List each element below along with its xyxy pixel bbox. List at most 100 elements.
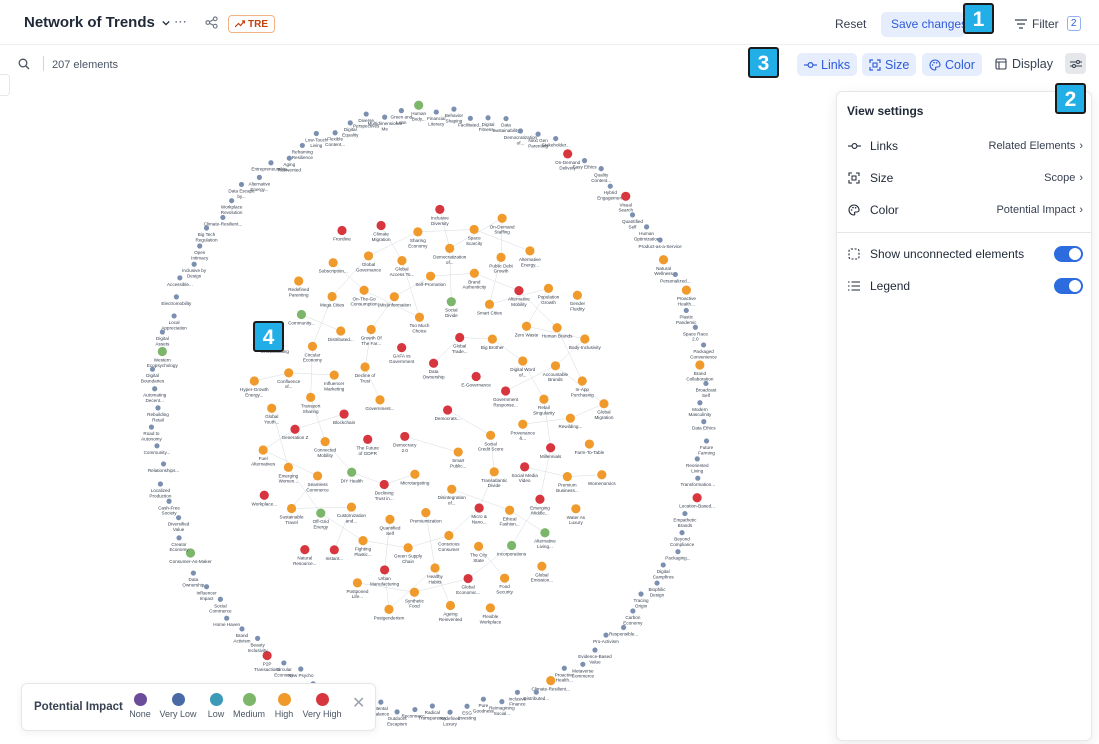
graph-node[interactable]: Mega Cities <box>320 291 345 308</box>
graph-node-dot[interactable] <box>157 481 164 487</box>
graph-node[interactable]: BehaviorShaping <box>445 106 464 124</box>
graph-node[interactable]: NaturalResource... <box>293 545 317 566</box>
graph-node-dot[interactable] <box>283 462 293 472</box>
graph-node-dot[interactable] <box>485 115 491 121</box>
graph-node-dot[interactable] <box>597 470 607 480</box>
graph-node-dot[interactable] <box>220 214 226 221</box>
graph-node-dot[interactable] <box>385 514 395 525</box>
graph-node[interactable]: Incorporations <box>497 540 527 557</box>
graph-node-dot[interactable] <box>400 431 410 442</box>
graph-node-dot[interactable] <box>414 312 425 322</box>
graph-node[interactable]: AutomatingDecent... <box>143 386 167 403</box>
graph-node[interactable]: LocalAppreciation <box>161 313 187 330</box>
graph-node-dot[interactable] <box>507 540 517 551</box>
graph-node-dot[interactable] <box>352 578 363 588</box>
graph-node-dot[interactable] <box>474 503 484 513</box>
network-graph[interactable]: Facilitated...DigitalFitness...DataSusta… <box>0 80 835 744</box>
graph-node-dot[interactable] <box>469 224 479 235</box>
graph-node[interactable]: Rewilding... <box>559 413 583 430</box>
graph-node-dot[interactable] <box>363 251 374 261</box>
graph-node-dot[interactable] <box>238 181 245 188</box>
graph-node[interactable]: AlternativeEnergy... <box>519 246 541 267</box>
graph-node-dot[interactable] <box>191 261 197 267</box>
graph-node[interactable]: HumanBody... <box>411 100 427 122</box>
graph-node[interactable]: PremiumBusiness... <box>556 472 579 493</box>
graph-node[interactable]: GlobalGovernance <box>356 251 381 272</box>
graph-node-dot[interactable] <box>433 109 439 115</box>
graph-node-dot[interactable] <box>546 443 556 453</box>
graph-node[interactable]: Self-Promotion <box>415 271 446 288</box>
graph-node-dot[interactable] <box>484 299 495 309</box>
graph-node[interactable]: Disintegrationof... <box>438 484 467 506</box>
graph-node[interactable]: BrandAuthenticity <box>462 268 487 290</box>
graph-node[interactable]: AlternativeMobility <box>508 286 530 307</box>
graph-node[interactable]: Zero Waste <box>515 321 539 338</box>
graph-node[interactable]: Too MuchChoice <box>410 312 430 334</box>
graph-node[interactable]: Farm-To-Table <box>575 439 605 455</box>
graph-node[interactable]: LocalizedProduction <box>149 481 172 498</box>
graph-node-dot[interactable] <box>380 565 390 575</box>
graph-node[interactable]: The Futureof GDPR <box>356 434 379 456</box>
graph-node-dot[interactable] <box>580 661 586 667</box>
graph-node[interactable]: BeyondCompliance <box>670 530 695 547</box>
graph-node-dot[interactable] <box>539 394 549 404</box>
graph-node[interactable]: TransportSharing <box>301 392 321 414</box>
graph-node[interactable]: On-DemandStaffing <box>490 213 515 235</box>
graph-node-dot[interactable] <box>447 484 457 494</box>
graph-node-dot[interactable] <box>312 471 323 481</box>
graph-node[interactable]: Democratizationof... <box>433 243 467 265</box>
graph-node[interactable]: CarbonEconomy <box>623 608 643 625</box>
graph-node-dot[interactable] <box>152 386 158 392</box>
page-title-dropdown[interactable]: Network of Trends <box>24 14 170 31</box>
graph-node-dot[interactable] <box>397 256 407 266</box>
graph-node-dot[interactable] <box>363 111 369 117</box>
graph-node-dot[interactable] <box>580 334 590 344</box>
graph-node[interactable]: GAFA vsGovernment <box>389 343 415 364</box>
graph-node[interactable]: Generation Z <box>282 424 309 441</box>
graph-node[interactable]: Electromobility <box>161 294 192 306</box>
graph-node-dot[interactable] <box>514 286 524 296</box>
close-icon[interactable]: ✕ <box>352 693 365 713</box>
graph-node[interactable]: BroadcastSelf <box>696 380 717 398</box>
graph-node[interactable]: FightingPlastic... <box>354 536 372 557</box>
graph-node-dot[interactable] <box>489 467 499 477</box>
graph-node-dot[interactable] <box>430 563 440 573</box>
graph-node[interactable]: QuantifiedSelf <box>379 514 401 536</box>
graph-node-dot[interactable] <box>306 392 316 402</box>
size-setting-row[interactable]: Size Scope › <box>847 169 1083 187</box>
graph-node[interactable]: ModernMasculinity <box>689 400 712 417</box>
graph-node-dot[interactable] <box>329 545 339 555</box>
more-icon[interactable]: ⋯ <box>174 14 187 30</box>
graph-node-dot[interactable] <box>379 479 389 490</box>
size-button[interactable]: Size <box>862 53 917 76</box>
graph-node-dot[interactable] <box>621 191 631 201</box>
graph-node-dot[interactable] <box>375 395 385 405</box>
graph-node-dot[interactable] <box>445 243 455 253</box>
graph-node[interactable]: DataOwnership <box>182 570 205 587</box>
graph-node[interactable]: Big Brother <box>481 334 504 350</box>
graph-node-dot[interactable] <box>535 131 541 137</box>
graph-node-dot[interactable] <box>296 309 307 320</box>
graph-node-dot[interactable] <box>382 114 388 120</box>
graph-node-dot[interactable] <box>540 528 550 538</box>
graph-node-dot[interactable] <box>394 709 400 715</box>
graph-node-dot[interactable] <box>453 447 463 457</box>
graph-node[interactable]: ClimateMigration <box>372 220 391 242</box>
graph-node[interactable]: SyntheticFood <box>405 587 425 609</box>
graph-node[interactable]: CreatorEconomy <box>169 535 189 552</box>
graph-node[interactable]: EthicalFashion... <box>500 505 520 527</box>
graph-node-dot[interactable] <box>654 580 660 586</box>
graph-node-dot[interactable] <box>571 504 581 514</box>
graph-node[interactable]: FoodSecurity <box>496 573 514 595</box>
graph-node-dot[interactable] <box>672 271 678 278</box>
graph-node-dot[interactable] <box>239 626 245 632</box>
graph-node[interactable]: Responsible... <box>609 624 638 637</box>
graph-node-dot[interactable] <box>294 276 304 286</box>
graph-node[interactable]: BrandActivism <box>233 626 251 643</box>
graph-node[interactable]: HealthyHabits <box>427 563 444 584</box>
graph-node-dot[interactable] <box>455 332 465 343</box>
graph-node-dot[interactable] <box>695 475 701 481</box>
graph-node[interactable]: Democracy2.0 <box>393 431 417 453</box>
graph-node[interactable]: OpenIntimacy <box>191 243 209 260</box>
graph-node-dot[interactable] <box>486 430 496 440</box>
